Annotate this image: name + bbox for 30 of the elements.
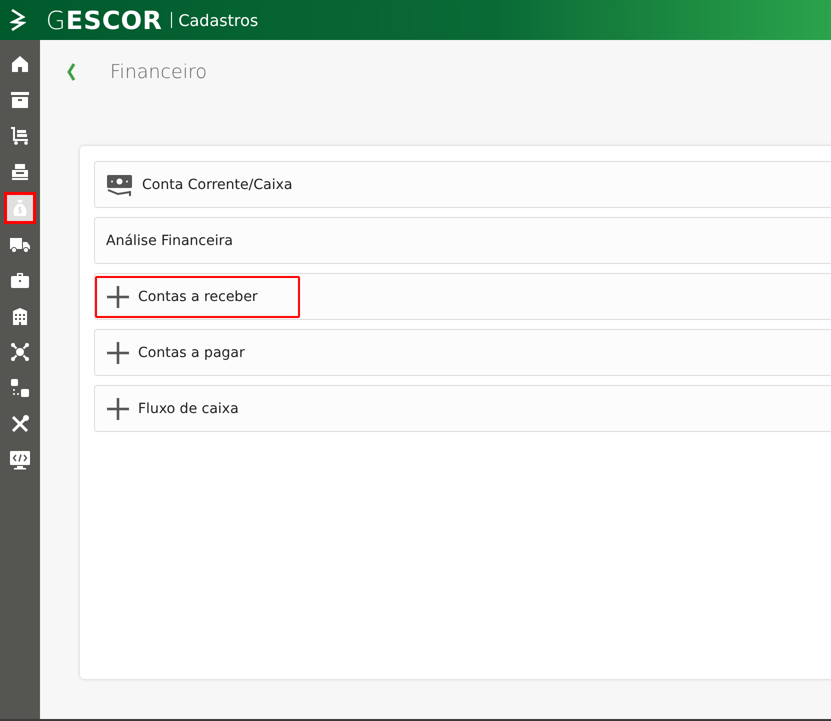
menu-item[interactable]: Conta Corrente/Caixa (94, 161, 831, 208)
cart-icon (10, 126, 30, 146)
plus-icon (106, 284, 130, 308)
banknote-icon (106, 172, 134, 196)
item-label: Análise Financeira (106, 232, 233, 248)
brand-name: GESCOR (46, 6, 162, 34)
chevron-left-icon (66, 62, 76, 82)
menu-item[interactable]: Contas a receber (94, 273, 831, 320)
code-monitor-icon (9, 450, 31, 470)
sidebar-item[interactable] (4, 192, 36, 224)
tools-icon (10, 414, 30, 434)
menu-item[interactable]: Fluxo de caixa (94, 385, 831, 432)
flowchart-icon (10, 378, 30, 398)
cash-register-icon (10, 162, 30, 182)
network-icon (10, 342, 30, 362)
menu-item[interactable]: Análise Financeira (94, 217, 831, 264)
home-icon (10, 54, 30, 74)
item-label: Contas a receber (138, 288, 258, 304)
plus-icon (106, 396, 130, 420)
page-title: Financeiro (110, 61, 207, 83)
plus-icon (106, 340, 130, 364)
logo-icon (10, 9, 26, 31)
item-label: Fluxo de caixa (138, 400, 239, 416)
menu-item[interactable]: Contas a pagar (94, 329, 831, 376)
briefcase-icon (10, 270, 30, 290)
item-label: Conta Corrente/Caixa (142, 176, 292, 192)
archive-icon (10, 90, 30, 110)
building-icon (10, 306, 30, 326)
item-label: Contas a pagar (138, 344, 245, 360)
section-title: Cadastros (178, 10, 258, 30)
